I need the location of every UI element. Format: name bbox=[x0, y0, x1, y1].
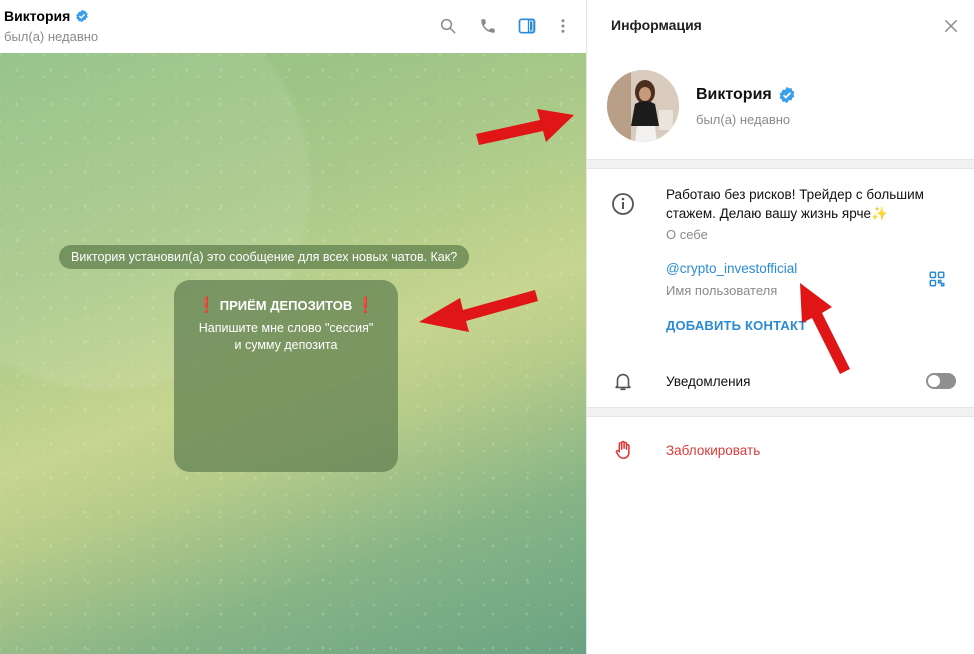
service-message-text: Виктория установил(а) это сообщение для … bbox=[71, 250, 458, 264]
stop-hand-icon bbox=[611, 438, 635, 462]
chat-name-text: Виктория bbox=[4, 8, 71, 24]
notifications-label: Уведомления bbox=[666, 374, 751, 389]
phone-icon[interactable] bbox=[477, 15, 499, 37]
add-contact-button[interactable]: ДОБАВИТЬ КОНТАКТ bbox=[666, 318, 807, 333]
service-message[interactable]: Виктория установил(а) это сообщение для … bbox=[59, 245, 470, 269]
bell-icon bbox=[611, 369, 635, 393]
profile-status: был(а) недавно bbox=[696, 112, 791, 127]
bio-label: О себе bbox=[666, 227, 708, 242]
verified-badge-icon bbox=[76, 9, 89, 23]
info-icon bbox=[611, 192, 635, 216]
annotation-arrow-icon bbox=[800, 283, 850, 374]
username-link[interactable]: @crypto_investofficial bbox=[666, 261, 797, 276]
card-text-line-2: и сумму депозита bbox=[234, 338, 338, 352]
search-icon[interactable] bbox=[437, 15, 459, 37]
chat-header[interactable]: Виктория был(а) недавно bbox=[0, 0, 587, 53]
annotation-arrow-icon bbox=[419, 290, 538, 332]
avatar[interactable] bbox=[607, 70, 679, 142]
toggle-knob bbox=[928, 375, 940, 387]
bio-text: Работаю без рисков! Трейдер с большим ст… bbox=[666, 187, 924, 221]
chat-title[interactable]: Виктория bbox=[4, 8, 89, 24]
intro-message-card[interactable]: ❗ ПРИЁМ ДЕПОЗИТОВ ❗ Напишите мне слово "… bbox=[174, 280, 398, 472]
info-panel-title: Информация bbox=[611, 17, 702, 33]
info-panel: Информация Виктория был(а) недавно Работ… bbox=[587, 0, 974, 654]
more-vertical-icon[interactable] bbox=[552, 15, 574, 37]
section-separator bbox=[587, 407, 974, 417]
card-text-line-1: Напишите мне слово "сессия" bbox=[198, 321, 374, 335]
username-label: Имя пользователя bbox=[666, 283, 778, 298]
close-icon[interactable] bbox=[942, 17, 960, 35]
profile-name-text: Виктория bbox=[696, 86, 772, 103]
exclamation-icon: ❗ bbox=[197, 297, 216, 314]
chat-status: был(а) недавно bbox=[4, 29, 99, 44]
sidebar-toggle-icon[interactable] bbox=[516, 15, 538, 37]
card-title-text: ПРИЁМ ДЕПОЗИТОВ bbox=[219, 297, 353, 313]
annotation-arrow-icon bbox=[476, 109, 574, 145]
exclamation-icon: ❗ bbox=[356, 297, 375, 314]
block-user-button[interactable]: Заблокировать bbox=[666, 443, 760, 458]
qr-code-icon[interactable] bbox=[928, 270, 946, 288]
notifications-toggle[interactable] bbox=[926, 373, 956, 389]
card-title: ❗ ПРИЁМ ДЕПОЗИТОВ ❗ bbox=[174, 296, 398, 314]
card-text: Напишите мне слово "сессия" и сумму депо… bbox=[174, 320, 398, 354]
verified-badge-icon bbox=[779, 86, 795, 104]
profile-name: Виктория bbox=[696, 86, 796, 104]
section-separator bbox=[587, 159, 974, 169]
